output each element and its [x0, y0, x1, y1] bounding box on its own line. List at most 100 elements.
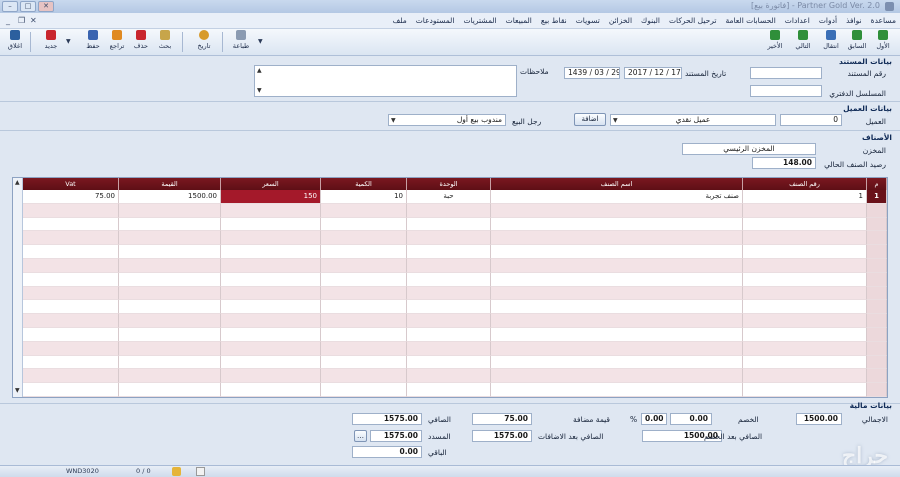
col-no-cell[interactable]: [867, 314, 887, 328]
col-no-cell[interactable]: [867, 369, 887, 384]
col-price-cell[interactable]: 150: [221, 190, 321, 204]
customer-dropdown-icon[interactable]: ▼: [613, 117, 618, 124]
jump-button[interactable]: انتقال: [820, 30, 842, 54]
col-price-cell[interactable]: [221, 369, 321, 384]
col-no-cell[interactable]: [867, 258, 887, 273]
col-value-cell[interactable]: [119, 258, 221, 273]
table-row[interactable]: [23, 203, 887, 218]
col-value-cell[interactable]: [119, 355, 221, 370]
menu-item[interactable]: البنوك: [641, 16, 660, 25]
table-row[interactable]: [23, 327, 887, 342]
notes-scroll-up-icon[interactable]: ▲: [257, 67, 262, 74]
doc-date-hijri[interactable]: 1439 / 03 / 29: [564, 67, 620, 79]
delete-button[interactable]: حذف: [130, 30, 152, 54]
col-no-header[interactable]: م: [867, 178, 887, 190]
store-field[interactable]: المخزن الرئيسي: [682, 143, 816, 155]
col-item-name-cell[interactable]: [491, 314, 743, 328]
col-unit-cell[interactable]: [407, 272, 491, 287]
col-unit-cell[interactable]: [407, 245, 491, 259]
col-item-name-cell[interactable]: [491, 300, 743, 315]
col-price-cell[interactable]: [221, 355, 321, 370]
discount-pct-field[interactable]: 0.00: [641, 413, 667, 425]
col-item-code-cell[interactable]: [743, 245, 867, 259]
col-no-cell[interactable]: [867, 355, 887, 370]
col-value-cell[interactable]: [119, 272, 221, 287]
table-row[interactable]: [23, 341, 887, 356]
col-no-cell[interactable]: [867, 203, 887, 218]
grid-vertical-scrollbar[interactable]: ▲ ▼: [13, 178, 23, 397]
menu-item[interactable]: الحسابات العامة: [725, 16, 775, 25]
col-no-cell[interactable]: [867, 383, 887, 397]
col-price-cell[interactable]: [221, 231, 321, 246]
col-qty-cell[interactable]: [321, 203, 407, 218]
col-no-cell[interactable]: [867, 272, 887, 287]
col-qty-cell[interactable]: [321, 245, 407, 259]
col-qty-cell[interactable]: 10: [321, 190, 407, 204]
table-row[interactable]: [23, 231, 887, 246]
first-button[interactable]: الأول: [872, 30, 894, 54]
col-item-name-cell[interactable]: [491, 369, 743, 384]
table-row[interactable]: [23, 383, 887, 397]
col-item-name-cell[interactable]: [491, 286, 743, 301]
col-price-header[interactable]: السعر: [221, 178, 321, 190]
col-vat-cell[interactable]: [23, 383, 119, 397]
col-qty-cell[interactable]: [321, 231, 407, 246]
menu-item[interactable]: ملف: [392, 16, 406, 25]
search-button[interactable]: بحث: [154, 30, 176, 54]
col-unit-cell[interactable]: [407, 383, 491, 397]
col-value-cell[interactable]: [119, 327, 221, 342]
new-dropdown-icon[interactable]: ▼: [66, 38, 71, 45]
save-button[interactable]: حفظ: [82, 30, 104, 54]
col-no-cell[interactable]: [867, 327, 887, 342]
col-unit-cell[interactable]: [407, 355, 491, 370]
col-unit-cell[interactable]: [407, 300, 491, 315]
last-button[interactable]: الأخير: [764, 30, 786, 54]
col-item-name-cell[interactable]: [491, 258, 743, 273]
menu-item[interactable]: تسويات: [576, 16, 600, 25]
minimize-icon[interactable]: –: [2, 1, 18, 12]
print-button[interactable]: طباعة: [228, 30, 254, 54]
paid-ellipsis-button[interactable]: …: [354, 430, 367, 442]
col-qty-cell[interactable]: [321, 369, 407, 384]
col-no-cell[interactable]: [867, 217, 887, 232]
col-value-cell[interactable]: 1500.00: [119, 190, 221, 204]
col-item-code-cell[interactable]: [743, 203, 867, 218]
col-price-cell[interactable]: [221, 300, 321, 315]
col-value-cell[interactable]: [119, 286, 221, 301]
col-qty-cell[interactable]: [321, 258, 407, 273]
col-vat-cell[interactable]: [23, 369, 119, 384]
undo-button[interactable]: تراجع: [106, 30, 128, 54]
col-no-cell[interactable]: [867, 245, 887, 259]
col-unit-cell[interactable]: [407, 341, 491, 356]
col-unit-cell[interactable]: [407, 217, 491, 232]
col-no-cell[interactable]: [867, 286, 887, 301]
col-vat-cell[interactable]: [23, 314, 119, 328]
table-row[interactable]: [23, 272, 887, 287]
col-value-cell[interactable]: [119, 203, 221, 218]
col-item-name-cell[interactable]: [491, 272, 743, 287]
col-value-cell[interactable]: [119, 300, 221, 315]
col-value-cell[interactable]: [119, 314, 221, 328]
table-row[interactable]: [23, 355, 887, 370]
table-row[interactable]: [23, 300, 887, 315]
menu-item[interactable]: المشتريات: [463, 16, 496, 25]
col-item-code-cell[interactable]: [743, 327, 867, 342]
col-item-code-cell[interactable]: [743, 300, 867, 315]
col-value-cell[interactable]: [119, 217, 221, 232]
menu-item[interactable]: ترحيل الحركات: [669, 16, 716, 25]
col-item-code-cell[interactable]: [743, 369, 867, 384]
col-vat-cell[interactable]: 75.00: [23, 190, 119, 204]
col-vat-cell[interactable]: [23, 217, 119, 232]
prev-button[interactable]: السابق: [846, 30, 868, 54]
col-item-code-cell[interactable]: [743, 355, 867, 370]
col-price-cell[interactable]: [221, 314, 321, 328]
next-button[interactable]: التالي: [792, 30, 814, 54]
customer-code-field[interactable]: 0: [780, 114, 842, 126]
col-qty-cell[interactable]: [321, 327, 407, 342]
col-item-name-cell[interactable]: صنف تجربة: [491, 190, 743, 204]
history-button[interactable]: تاريخ: [193, 30, 215, 54]
col-item-code-cell[interactable]: 1: [743, 190, 867, 204]
col-item-code-cell[interactable]: [743, 314, 867, 328]
menu-item[interactable]: المبيعات: [506, 16, 532, 25]
table-row[interactable]: [23, 369, 887, 384]
